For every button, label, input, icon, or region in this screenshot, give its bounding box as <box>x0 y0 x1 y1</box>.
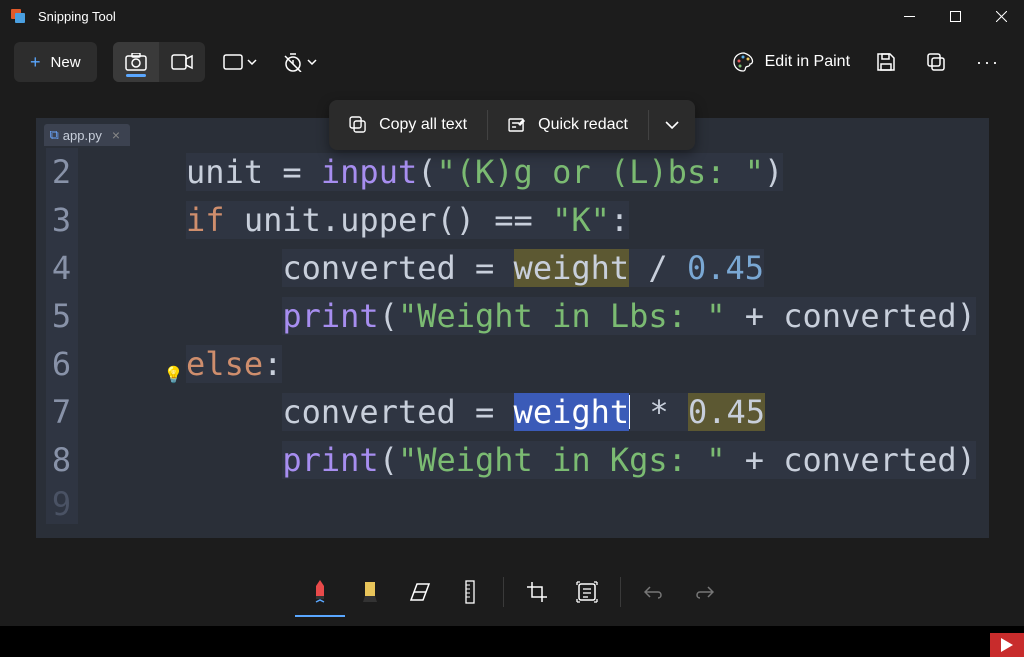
close-button[interactable] <box>978 0 1024 32</box>
minimize-button[interactable] <box>886 0 932 32</box>
code-content: unit = input("(K)g or (L)bs: ") if unit.… <box>148 148 976 484</box>
python-file-icon: ⧉ <box>50 127 59 143</box>
photo-mode-button[interactable] <box>113 42 159 82</box>
delay-dropdown[interactable] <box>275 42 325 82</box>
close-tab-icon: × <box>112 127 120 143</box>
redact-icon <box>508 116 526 134</box>
overlay-dropdown[interactable] <box>649 100 695 150</box>
maximize-button[interactable] <box>932 0 978 32</box>
edit-in-paint-button[interactable]: Edit in Paint <box>727 52 856 72</box>
copy-icon <box>349 116 367 134</box>
copy-button[interactable] <box>916 42 956 82</box>
text-extract-tool[interactable] <box>562 567 612 617</box>
canvas-area: Copy all text Quick redact ⧉ app.py × 23… <box>0 92 1024 556</box>
quick-redact-button[interactable]: Quick redact <box>488 100 648 150</box>
chevron-down-icon <box>307 59 317 65</box>
active-underline <box>126 74 146 77</box>
separator <box>620 577 621 607</box>
edit-in-paint-label: Edit in Paint <box>765 53 850 71</box>
palette-icon <box>733 52 755 72</box>
more-button[interactable]: ··· <box>966 42 1010 82</box>
corner-indicator <box>990 633 1024 657</box>
app-icon <box>10 8 26 24</box>
tab-filename: app.py <box>63 128 102 143</box>
save-button[interactable] <box>866 42 906 82</box>
video-mode-button[interactable] <box>159 42 205 82</box>
text-actions-overlay: Copy all text Quick redact <box>329 100 695 150</box>
eraser-tool[interactable] <box>395 567 445 617</box>
chevron-down-icon <box>665 121 679 129</box>
window-controls <box>886 0 1024 32</box>
crop-tool[interactable] <box>512 567 562 617</box>
captured-screenshot: ⧉ app.py × 23456789 💡 unit = input("(K)g… <box>36 118 989 538</box>
copy-all-text-button[interactable]: Copy all text <box>329 100 487 150</box>
highlighter-tool[interactable] <box>345 567 395 617</box>
pen-tool[interactable] <box>295 567 345 617</box>
snip-shape-dropdown[interactable] <box>215 42 265 82</box>
separator <box>503 577 504 607</box>
new-button[interactable]: + New <box>14 42 97 82</box>
new-button-label: New <box>51 54 81 71</box>
plus-icon: + <box>30 52 41 73</box>
capture-mode-group <box>113 42 205 82</box>
line-gutter: 23456789 <box>46 148 78 524</box>
undo-button[interactable] <box>629 567 679 617</box>
annotation-toolbar <box>0 556 1024 626</box>
window-title: Snipping Tool <box>38 9 116 24</box>
titlebar: Snipping Tool <box>0 0 1024 32</box>
main-toolbar: + New Edit in Paint ··· <box>0 32 1024 92</box>
ruler-tool[interactable] <box>445 567 495 617</box>
chevron-down-icon <box>247 59 257 65</box>
redo-button[interactable] <box>679 567 729 617</box>
editor-tab: ⧉ app.py × <box>44 124 131 146</box>
